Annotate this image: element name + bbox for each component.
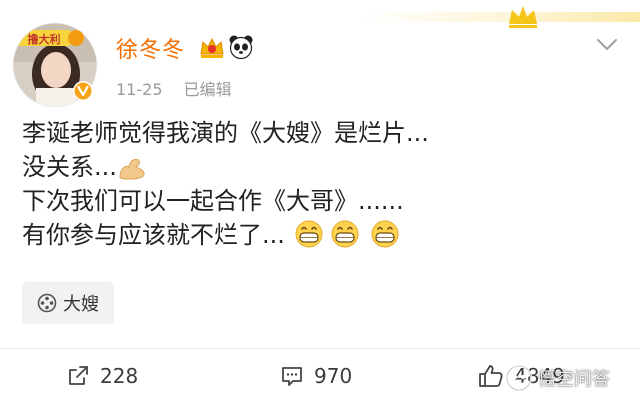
comment-button[interactable]: 970 [280, 356, 352, 396]
repost-count: 228 [100, 364, 139, 388]
grin-emoji [295, 220, 323, 248]
topic-label: 大嫂 [63, 294, 99, 315]
post-line-2: 没关系... [22, 150, 622, 184]
watermark: 悟空问答 [504, 360, 610, 396]
film-reel-icon [37, 293, 57, 313]
chevron-down-icon[interactable] [596, 38, 618, 52]
header-gradient-decoration [360, 12, 640, 22]
flexed-biceps-emoji [119, 158, 145, 180]
username[interactable]: 徐冬冬 [116, 32, 185, 64]
avatar-sticker-text: 撸大利 [28, 32, 61, 46]
post-line-3: 下次我们可以一起合作《大哥》...... [22, 187, 404, 215]
post-meta: 11-25 已编辑 [116, 76, 232, 100]
post-line-2-text: 没关系... [22, 153, 117, 181]
grin-emoji [331, 220, 359, 248]
avatar-sticker-face [68, 30, 84, 46]
topic-chip[interactable]: 大嫂 [22, 282, 114, 324]
verified-v-icon [73, 81, 93, 101]
post-line-4-text: 有你参与应该就不烂了... [22, 221, 285, 249]
crown-icon [509, 6, 537, 28]
post-date: 11-25 [116, 80, 163, 99]
post-line-4: 有你参与应该就不烂了... [22, 218, 622, 252]
post-body: 李诞老师觉得我演的《大嫂》是烂片... 没关系... 下次我们可以一起合作《大哥… [22, 116, 622, 252]
comment-count: 970 [314, 364, 353, 388]
panda-icon [229, 35, 253, 60]
wukong-logo-icon [505, 364, 533, 392]
repost-icon [69, 366, 88, 385]
comment-icon [282, 367, 302, 386]
divider [0, 348, 640, 349]
weibo-post-card: 撸大利 徐冬冬 11-25 已编辑 李诞老师觉得我演的《大嫂》是烂片... 没关… [0, 0, 640, 408]
grin-emoji [371, 220, 399, 248]
repost-button[interactable]: 228 [66, 356, 138, 396]
watermark-text: 悟空问答 [538, 369, 610, 390]
edited-label[interactable]: 已编辑 [184, 80, 232, 99]
thumbs-up-icon [479, 365, 503, 387]
vip-crown-icon [200, 37, 224, 58]
post-line-1: 李诞老师觉得我演的《大嫂》是烂片... [22, 119, 429, 147]
